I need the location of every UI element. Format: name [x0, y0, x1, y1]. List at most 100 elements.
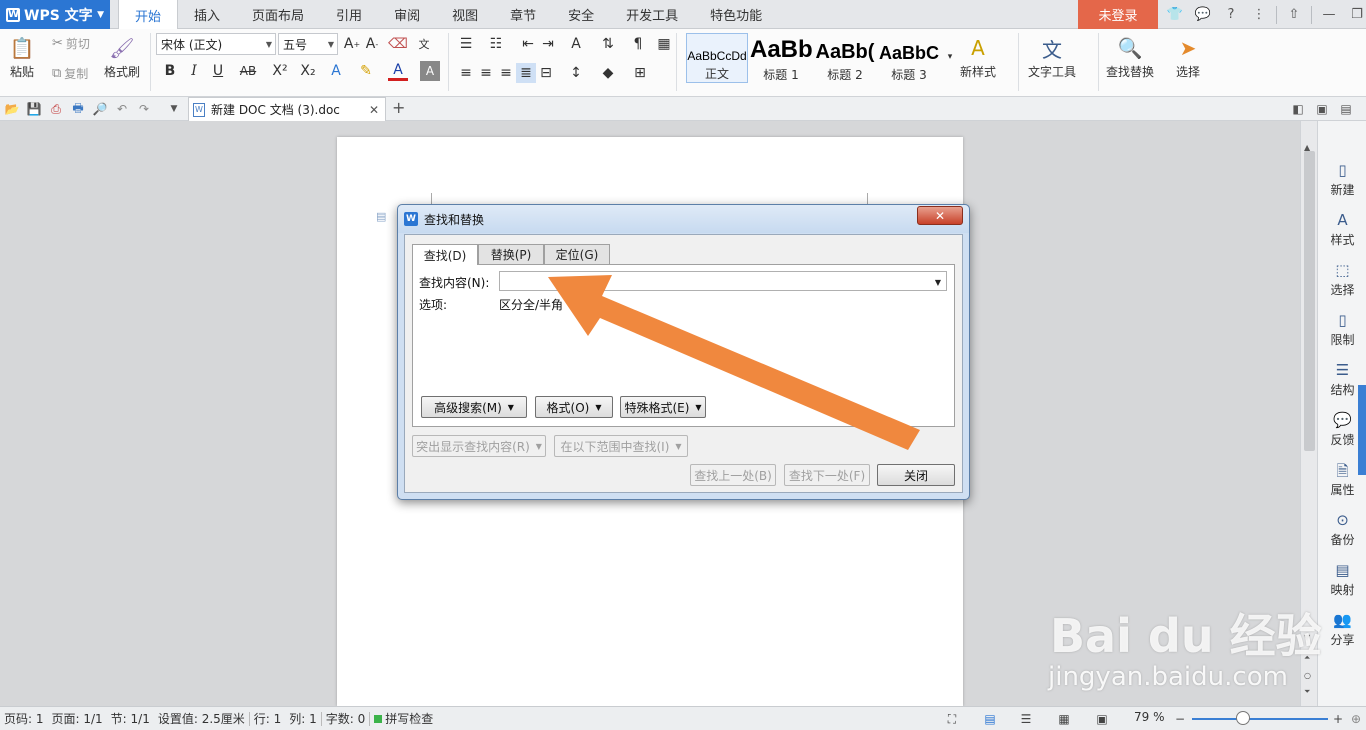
dialog-title-bar[interactable]: W 查找和替换 [398, 205, 969, 233]
grow-font-icon[interactable]: A + [342, 34, 362, 54]
tab-replace[interactable]: 替换(P) [478, 244, 544, 264]
bold-icon[interactable]: B [160, 61, 180, 81]
print-preview-icon[interactable]: 🔎 [92, 101, 108, 117]
document-tab[interactable]: W 新建 DOC 文档 (3).doc ✕ [188, 97, 386, 121]
scroll-down-icon[interactable]: ▼ [1304, 633, 1310, 642]
increase-indent-icon[interactable]: ⇥ [538, 34, 558, 54]
find-content-input[interactable]: ▼ [499, 271, 947, 291]
paste-button[interactable]: 📋 粘贴 [8, 33, 36, 80]
tab-view[interactable]: 视图 [436, 0, 494, 29]
clear-format-icon[interactable]: ⌫ [388, 34, 408, 54]
find-next-button[interactable]: 查找下一处(F) [784, 464, 870, 486]
shirt-icon[interactable]: 👕 [1164, 4, 1186, 26]
side-mapping[interactable]: ▤ 映射 [1318, 561, 1366, 598]
zoom-slider-handle[interactable] [1236, 711, 1250, 725]
app-menu-button[interactable]: W WPS 文字 ▼ [0, 0, 110, 29]
outline-view-icon[interactable]: ☰ [1018, 711, 1034, 727]
browse-object-icon[interactable]: ○ [1304, 671, 1311, 680]
justify-icon[interactable]: ≣ [516, 63, 536, 83]
comment-icon[interactable]: ▣ [1314, 101, 1330, 117]
strikethrough-icon[interactable]: AB [238, 61, 258, 81]
distribute-icon[interactable]: ⊟ [536, 63, 556, 83]
highlight-button[interactable]: 突出显示查找内容(R) ▼ [412, 435, 546, 457]
dialog-close-button[interactable]: ✕ [917, 206, 963, 225]
text-tools-button[interactable]: 文 文字工具 [1028, 33, 1076, 80]
font-color-icon[interactable]: A [388, 61, 408, 81]
subscript-icon[interactable]: X₂ [298, 61, 318, 81]
pane-icon[interactable]: ◧ [1290, 101, 1306, 117]
tab-chapter[interactable]: 章节 [494, 0, 552, 29]
print-icon[interactable]: 🖶 [70, 101, 86, 117]
side-backup[interactable]: ⊙ 备份 [1318, 511, 1366, 548]
export-pdf-icon[interactable]: ⎙ [48, 101, 64, 117]
more-icon[interactable]: ⋮ [1248, 4, 1270, 26]
bullets-icon[interactable]: ☰ [456, 34, 476, 54]
side-new[interactable]: ▯ 新建 [1318, 161, 1366, 198]
close-icon[interactable]: ✕ [369, 103, 379, 117]
scroll-thumb[interactable] [1304, 151, 1315, 451]
tab-find[interactable]: 查找(D) [412, 244, 478, 265]
side-style[interactable]: A 样式 [1318, 211, 1366, 248]
new-tab-icon[interactable]: + [392, 98, 405, 117]
next-page-icon[interactable]: ⏷ [1304, 687, 1310, 697]
align-right-icon[interactable]: ≡ [496, 63, 516, 83]
format-button[interactable]: 格式(O) ▼ [535, 396, 613, 418]
shrink-font-icon[interactable]: A- [362, 34, 382, 54]
font-size-select[interactable]: 五号 ▼ [278, 33, 338, 55]
select-button[interactable]: ➤ 选择 [1174, 33, 1202, 80]
resize-grip-icon[interactable]: ⊕ [1348, 711, 1364, 727]
special-format-button[interactable]: 特殊格式(E) ▼ [620, 396, 706, 418]
numbering-icon[interactable]: ☷ [486, 34, 506, 54]
sort-icon[interactable]: ⇅ [598, 34, 618, 54]
tab-references[interactable]: 引用 [320, 0, 378, 29]
underline-icon[interactable]: U [208, 61, 228, 81]
tab-goto[interactable]: 定位(G) [544, 244, 610, 264]
new-style-button[interactable]: A 新样式 [960, 33, 996, 80]
window-icon[interactable]: ▤ [1338, 101, 1354, 117]
restore-icon[interactable]: ❐ [1346, 4, 1366, 26]
read-view-icon[interactable]: ▦ [1056, 711, 1072, 727]
format-painter-button[interactable]: 🖌 格式刷 [104, 33, 140, 80]
font-name-select[interactable]: 宋体 (正文) ▼ [156, 33, 276, 55]
chat-icon[interactable]: 💬 [1192, 4, 1214, 26]
redo-icon[interactable]: ↷ [136, 101, 152, 117]
open-folder-icon[interactable]: 📂 [4, 101, 20, 117]
line-spacing-icon[interactable]: ↕ [566, 63, 586, 83]
tab-review[interactable]: 审阅 [378, 0, 436, 29]
style-heading-1[interactable]: AaBb 标题 1 [750, 33, 812, 83]
tab-special[interactable]: 特色功能 [694, 0, 778, 29]
styles-scroll-icon[interactable]: ▾ [940, 47, 960, 67]
find-replace-button[interactable]: 🔍 查找替换 [1106, 33, 1154, 80]
border-icon[interactable]: ⊞ [630, 63, 650, 83]
find-in-button[interactable]: 在以下范围中查找(I) ▼ [554, 435, 688, 457]
status-char-count[interactable]: 字数: 0 [322, 710, 370, 727]
minimize-icon[interactable]: — [1318, 4, 1340, 26]
side-restrict[interactable]: ▯ 限制 [1318, 311, 1366, 348]
align-left-icon[interactable]: ≡ [456, 63, 476, 83]
protect-eye-icon[interactable]: ▣ [1094, 711, 1110, 727]
zoom-in-icon[interactable]: + [1330, 711, 1346, 727]
cut-button[interactable]: ✂ 剪切 [52, 35, 90, 52]
undo-icon[interactable]: ↶ [114, 101, 130, 117]
login-button[interactable]: 未登录 [1078, 0, 1158, 29]
superscript-icon[interactable]: X² [270, 61, 290, 81]
tab-page-layout[interactable]: 页面布局 [236, 0, 320, 29]
style-heading-2[interactable]: AaBb( 标题 2 [814, 33, 876, 83]
tab-insert[interactable]: 插入 [178, 0, 236, 29]
highlight-icon[interactable]: ✎ [356, 61, 376, 81]
customize-icon[interactable]: ▼ [166, 101, 182, 117]
tab-security[interactable]: 安全 [552, 0, 610, 29]
style-heading-3[interactable]: AaBbC 标题 3 [878, 33, 940, 83]
vertical-scrollbar[interactable]: ▲ ▼ ⏶ ○ ⏷ [1300, 121, 1317, 706]
upload-icon[interactable]: ⇧ [1283, 4, 1305, 26]
decrease-indent-icon[interactable]: ⇤ [518, 34, 538, 54]
paragraph-mark-icon[interactable]: ¶ [628, 34, 648, 54]
find-previous-button[interactable]: 查找上一处(B) [690, 464, 776, 486]
side-select[interactable]: ⬚ 选择 [1318, 261, 1366, 298]
change-case-icon[interactable]: A [566, 34, 586, 54]
help-icon[interactable]: ? [1220, 4, 1242, 26]
save-icon[interactable]: 💾 [26, 101, 42, 117]
phonetic-icon[interactable]: 文 [414, 34, 434, 54]
page-view-icon[interactable]: ▤ [982, 711, 998, 727]
chevron-down-icon[interactable]: ▼ [935, 278, 941, 287]
